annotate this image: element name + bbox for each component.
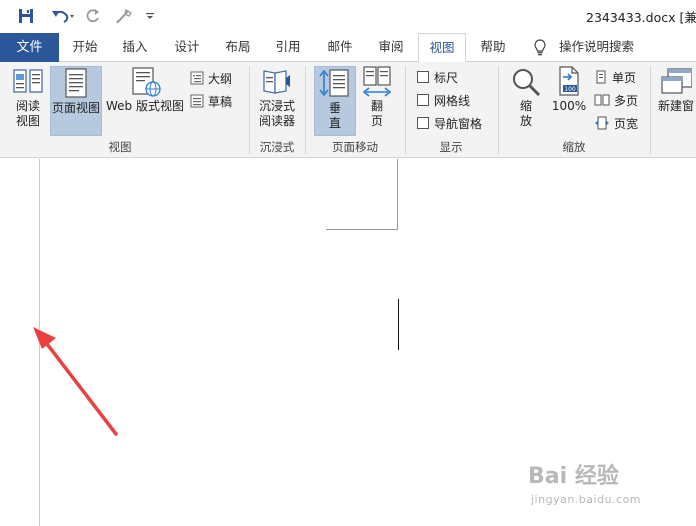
immersive-reader-label-2: 阅读器 xyxy=(258,114,295,128)
side-to-side-label-2: 页 xyxy=(370,114,383,128)
immersive-reader-button[interactable]: 沉浸式 阅读器 xyxy=(254,65,300,135)
vertical-button[interactable]: 垂 直 xyxy=(314,66,356,136)
zoom-label-2: 放 xyxy=(519,114,532,128)
vertical-scroll-icon xyxy=(319,69,349,97)
tab-layout[interactable]: 布局 xyxy=(215,33,261,62)
side-to-side-icon xyxy=(362,66,392,97)
group-separator xyxy=(650,66,651,154)
save-icon[interactable] xyxy=(14,4,38,28)
text-cursor xyxy=(398,299,399,350)
nav-pane-label: 导航窗格 xyxy=(434,116,483,131)
outline-icon xyxy=(190,71,204,85)
magnifier-icon xyxy=(513,69,541,97)
title-bar: 2343433.docx [兼容 xyxy=(0,0,696,33)
one-page-button[interactable]: 单页 xyxy=(594,68,636,86)
vertical-guide-line xyxy=(39,159,40,526)
side-to-side-button[interactable]: 翻 页 xyxy=(358,65,396,135)
tab-references[interactable]: 引用 xyxy=(265,33,311,62)
tell-me-search[interactable]: 操作说明搜索 xyxy=(559,33,634,61)
web-layout-button[interactable]: Web 版式视图 xyxy=(103,65,187,135)
page-width-button[interactable]: 页宽 xyxy=(594,114,638,132)
tab-design[interactable]: 设计 xyxy=(164,33,210,62)
web-layout-label: Web 版式视图 xyxy=(106,99,184,113)
print-layout-label: 页面视图 xyxy=(51,101,100,115)
watermark: Bai 经验 jingyan.baidu.com xyxy=(528,448,688,518)
outline-label: 大纲 xyxy=(208,71,233,86)
ruler-label: 标尺 xyxy=(434,70,459,85)
one-page-label: 单页 xyxy=(612,70,637,85)
new-window-icon xyxy=(661,68,692,94)
draft-icon xyxy=(190,94,204,108)
zoom-group-label: 缩放 xyxy=(562,140,586,154)
zoom-100-button[interactable]: 100 100% xyxy=(549,65,589,135)
multiple-pages-button[interactable]: 多页 xyxy=(594,91,638,109)
ribbon-view: 阅读 视图 页面视图 Web 版式视图 大纲 草稿 视图 沉浸式 阅读器 沉浸式… xyxy=(0,62,696,158)
group-separator xyxy=(249,66,250,154)
vertical-label-1: 垂 xyxy=(328,101,341,115)
customize-icon[interactable] xyxy=(142,4,158,28)
undo-icon[interactable] xyxy=(48,4,78,28)
tab-insert[interactable]: 插入 xyxy=(112,33,158,62)
nav-pane-checkbox-box[interactable] xyxy=(417,117,429,129)
ruler-checkbox[interactable]: 标尺 xyxy=(417,68,458,86)
web-layout-icon xyxy=(132,67,161,97)
print-layout-button[interactable]: 页面视图 xyxy=(50,66,102,136)
read-mode-icon xyxy=(13,69,43,93)
page-movement-group-label: 页面移动 xyxy=(332,140,378,154)
outline-button[interactable]: 大纲 xyxy=(190,69,232,87)
svg-text:100: 100 xyxy=(564,86,576,93)
margin-marker-horizontal xyxy=(326,229,398,230)
redo-icon[interactable] xyxy=(82,4,104,28)
tab-mailings[interactable]: 邮件 xyxy=(317,33,363,62)
print-layout-icon xyxy=(65,68,87,98)
group-separator xyxy=(498,66,499,154)
read-mode-button[interactable]: 阅读 视图 xyxy=(7,65,49,135)
watermark-url: jingyan.baidu.com xyxy=(531,493,642,506)
show-group-label: 显示 xyxy=(439,140,463,154)
group-separator xyxy=(405,66,406,154)
immersive-reader-icon xyxy=(263,70,290,94)
page-width-label: 页宽 xyxy=(614,116,639,131)
read-mode-label-1: 阅读 xyxy=(15,99,40,113)
nav-pane-checkbox[interactable]: 导航窗格 xyxy=(417,114,482,132)
tab-home[interactable]: 开始 xyxy=(62,33,108,62)
vertical-label-2: 直 xyxy=(328,116,341,130)
gridlines-checkbox[interactable]: 网格线 xyxy=(417,91,470,109)
tab-help[interactable]: 帮助 xyxy=(470,33,516,62)
multiple-pages-icon xyxy=(594,94,610,106)
draft-label: 草稿 xyxy=(208,94,233,109)
tab-review[interactable]: 审阅 xyxy=(368,33,414,62)
zoom-100-icon: 100 xyxy=(559,66,579,96)
side-to-side-label-1: 翻 xyxy=(370,99,383,113)
one-page-icon xyxy=(596,70,606,84)
zoom-label-1: 缩 xyxy=(519,99,532,113)
read-mode-label-2: 视图 xyxy=(15,114,40,128)
format-painter-icon[interactable] xyxy=(112,4,136,28)
document-title: 2343433.docx [兼容 xyxy=(586,10,696,25)
tab-file[interactable]: 文件 xyxy=(0,33,59,62)
tab-view[interactable]: 视图 xyxy=(418,33,466,63)
gridlines-label: 网格线 xyxy=(434,93,471,108)
margin-marker-vertical xyxy=(397,159,398,230)
new-window-label: 新建窗 xyxy=(658,99,695,113)
zoom-100-label: 100% xyxy=(551,99,587,113)
gridlines-checkbox-box[interactable] xyxy=(417,94,429,106)
views-group-label: 视图 xyxy=(108,140,132,154)
page-width-icon xyxy=(595,116,609,130)
immersive-group-label: 沉浸式 xyxy=(259,140,295,154)
zoom-button[interactable]: 缩 放 xyxy=(507,65,545,135)
draft-button[interactable]: 草稿 xyxy=(190,92,232,110)
immersive-reader-label-1: 沉浸式 xyxy=(258,99,295,113)
group-separator xyxy=(305,66,306,154)
ribbon-tab-row: 文件 开始 插入 设计 布局 引用 邮件 审阅 视图 帮助 操作说明搜索 xyxy=(0,33,696,63)
new-window-button[interactable]: 新建窗 xyxy=(658,65,696,135)
watermark-brand: Bai 经验 xyxy=(528,464,619,489)
multiple-pages-label: 多页 xyxy=(614,93,639,108)
ruler-checkbox-box[interactable] xyxy=(417,71,429,83)
lightbulb-icon[interactable] xyxy=(533,39,547,59)
